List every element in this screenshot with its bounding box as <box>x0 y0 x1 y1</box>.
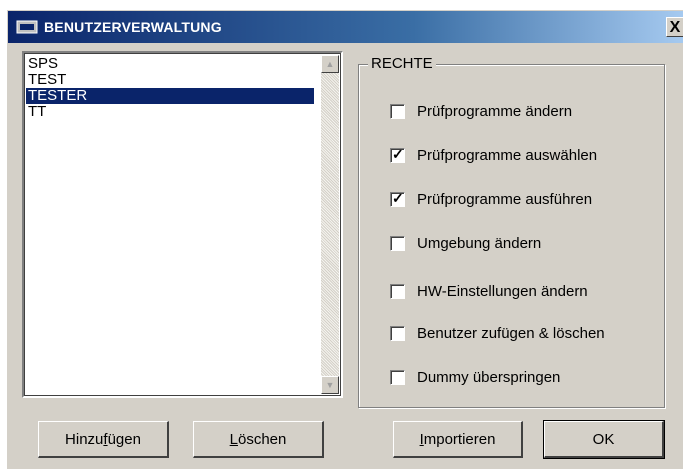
checkbox-box[interactable]: ✓ <box>390 146 405 163</box>
checkbox-box[interactable] <box>390 284 405 299</box>
user-list-items: SPS TEST TESTER TT <box>26 56 314 120</box>
checkbox-label: Prüfprogramme ausführen <box>417 191 593 208</box>
checkbox-label: HW-Einstellungen ändern <box>417 283 588 300</box>
checkbox-box[interactable]: ✓ <box>390 190 405 207</box>
button-label-part: öschen <box>237 431 287 448</box>
button-label-part: Hinzu <box>65 431 104 448</box>
checkbox-label: Prüfprogramme auswählen <box>417 147 598 164</box>
rights-group-title: RECHTE <box>368 55 436 72</box>
list-item[interactable]: TESTER <box>26 88 314 104</box>
list-item-label: TESTER <box>28 87 88 104</box>
checkbox-box[interactable] <box>390 236 405 251</box>
checkbox-label: Benutzer zufügen & löschen <box>417 325 605 342</box>
list-item[interactable]: SPS <box>26 56 314 72</box>
ok-button[interactable]: OK <box>543 420 665 459</box>
checkbox-label: Prüfprogramme ändern <box>417 103 573 120</box>
scroll-up-button[interactable]: ▲ <box>321 55 339 73</box>
list-item-label: TT <box>28 103 47 120</box>
checkmark-icon: ✓ <box>392 146 404 162</box>
window-title: BENUTZERVERWALTUNG <box>44 19 222 35</box>
checkmark-icon: ✓ <box>392 190 404 206</box>
import-button[interactable]: Importieren <box>393 421 523 458</box>
checkbox-box[interactable] <box>390 326 405 341</box>
list-item-label: TEST <box>28 71 67 88</box>
title-bar[interactable]: BENUTZERVERWALTUNG X <box>8 11 683 43</box>
accelerator-key: L <box>229 431 238 448</box>
list-item[interactable]: TEST <box>26 72 314 88</box>
checkbox-box[interactable] <box>390 104 405 119</box>
checkbox-label: Umgebung ändern <box>417 235 542 252</box>
delete-button[interactable]: Löschen <box>193 421 324 458</box>
list-item[interactable]: TT <box>26 104 314 120</box>
checkbox-box[interactable] <box>390 370 405 385</box>
list-item-label: SPS <box>28 55 59 72</box>
button-label-part: ügen <box>107 431 141 448</box>
vertical-scrollbar[interactable]: ▲ ▼ <box>321 55 339 394</box>
checkbox-label: Dummy überspringen <box>417 369 561 386</box>
close-button[interactable]: X <box>666 17 683 37</box>
user-list[interactable]: SPS TEST TESTER TT ▲ ▼ <box>22 51 343 398</box>
app-icon <box>16 20 38 34</box>
button-label: OK <box>592 431 615 448</box>
scroll-down-button[interactable]: ▼ <box>321 376 339 394</box>
add-button[interactable]: Hinzufügen <box>38 421 169 458</box>
button-label-part: mportieren <box>423 431 496 448</box>
